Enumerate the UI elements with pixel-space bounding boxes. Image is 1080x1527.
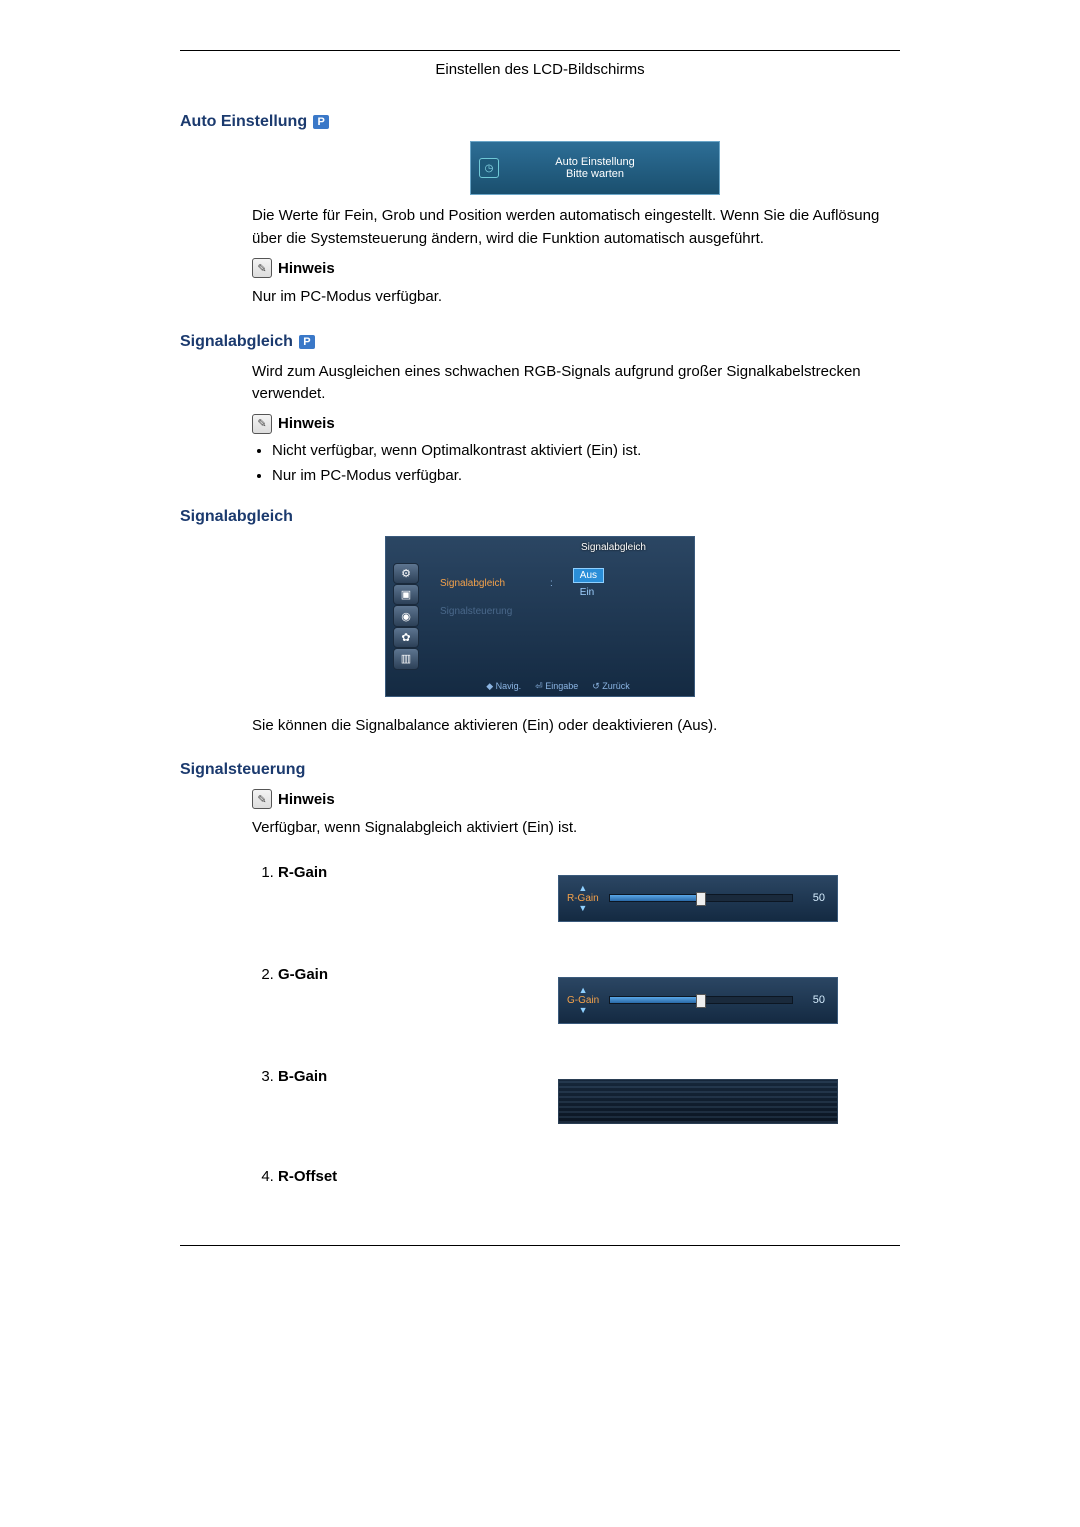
b-gain-preview-image — [558, 1079, 838, 1124]
list-item-r-offset: R-Offset — [278, 1168, 900, 1185]
wait-dialog-line1: Auto Einstellung — [481, 156, 709, 168]
hinweis-label: Hinweis — [278, 415, 335, 432]
item-label: G-Gain — [278, 966, 328, 983]
osd-footer-navig: ◆ Navig. — [486, 681, 521, 692]
section-title-signalsteuerung: Signalsteuerung — [180, 761, 900, 779]
osd-option-ein: Ein — [573, 585, 604, 600]
section-title-signalabgleich-desc: Signalabgleich P — [180, 333, 900, 351]
slider-fill — [610, 895, 701, 901]
document-page: Einstellen des LCD-Bildschirms Auto Eins… — [140, 0, 940, 1316]
osd-setup-icon: ✿ — [393, 627, 419, 648]
hinweis-label: Hinweis — [278, 260, 335, 277]
slider-thumb — [696, 994, 706, 1008]
signalabgleich-osd-body: Sie können die Signalbalance aktivieren … — [252, 715, 900, 738]
osd-picture-icon: ▣ — [393, 584, 419, 605]
osd-input-icon: ⚙ — [393, 563, 419, 584]
osd-multi-icon: ▥ — [393, 648, 419, 669]
signalsteuerung-body: Verfügbar, wenn Signalabgleich aktiviert… — [252, 817, 900, 840]
slider-r-gain: ▲ R-Gain ▼ 50 — [558, 875, 838, 922]
hinweis-label: Hinweis — [278, 791, 335, 808]
signalabgleich-bullets: Nicht verfügbar, wenn Optimalkontrast ak… — [252, 442, 900, 484]
item-label: B-Gain — [278, 1068, 327, 1085]
slider-value: 50 — [803, 892, 825, 904]
divider-bottom — [180, 1245, 900, 1246]
auto-adjust-wait-dialog: ◷ Auto Einstellung Bitte warten — [470, 141, 720, 195]
section-title-text: Auto Einstellung — [180, 113, 307, 131]
list-item-b-gain: B-Gain — [278, 1068, 900, 1124]
osd-footer-eingabe: ⏎ Eingabe — [535, 681, 578, 692]
slider-fill — [610, 997, 701, 1003]
osd-footer: ◆ Navig. ⏎ Eingabe ↺ Zurück — [430, 681, 686, 692]
osd-footer-zurueck: ↺ Zurück — [592, 681, 630, 692]
section-title-text: Signalabgleich — [180, 333, 293, 351]
bullet-item: Nur im PC-Modus verfügbar. — [272, 467, 900, 484]
auto-einstellung-note: Nur im PC-Modus verfügbar. — [252, 286, 900, 309]
slider-track — [609, 996, 793, 1004]
hinweis-row: ✎ Hinweis — [252, 258, 900, 278]
arrow-down-icon: ▼ — [579, 1006, 588, 1015]
arrow-up-icon: ▲ — [579, 986, 588, 995]
slider-thumb — [696, 892, 706, 906]
slider-g-gain: ▲ G-Gain ▼ 50 — [558, 977, 838, 1024]
section-title-auto-einstellung: Auto Einstellung P — [180, 113, 900, 131]
arrow-up-icon: ▲ — [578, 884, 587, 893]
signalsteuerung-list: R-Gain ▲ R-Gain ▼ 50 — [252, 864, 900, 1185]
list-item-r-gain: R-Gain ▲ R-Gain ▼ 50 — [278, 864, 900, 922]
hinweis-row: ✎ Hinweis — [252, 789, 900, 809]
osd-row-signalsteuerung: Signalsteuerung — [440, 606, 530, 617]
osd-sidebar: ⚙ ▣ ◉ ✿ ▥ — [386, 559, 426, 674]
osd-sound-icon: ◉ — [393, 605, 419, 626]
hinweis-row: ✎ Hinweis — [252, 414, 900, 434]
loading-icon: ◷ — [479, 158, 499, 178]
osd-signalabgleich-panel: Signalabgleich ⚙ ▣ ◉ ✿ ▥ Signalabgleich … — [385, 536, 695, 697]
note-icon: ✎ — [252, 414, 272, 434]
pc-mode-badge-icon: P — [299, 335, 315, 349]
item-label: R-Offset — [278, 1168, 337, 1185]
pc-mode-badge-icon: P — [313, 115, 329, 129]
note-icon: ✎ — [252, 258, 272, 278]
osd-panel-title: Signalabgleich — [386, 537, 694, 556]
section-title-text: Signalabgleich — [180, 508, 293, 526]
slider-name: R-Gain — [567, 893, 599, 904]
arrow-down-icon: ▼ — [578, 904, 587, 913]
item-label: R-Gain — [278, 864, 327, 881]
wait-dialog-line2: Bitte warten — [481, 168, 709, 180]
divider-top — [180, 50, 900, 51]
osd-row-signalabgleich: Signalabgleich — [440, 578, 530, 589]
page-header-title: Einstellen des LCD-Bildschirms — [180, 61, 900, 78]
list-item-g-gain: G-Gain ▲ G-Gain ▼ 50 — [278, 966, 900, 1024]
bullet-item: Nicht verfügbar, wenn Optimalkontrast ak… — [272, 442, 900, 459]
section-title-signalabgleich-osd: Signalabgleich — [180, 508, 900, 526]
section-title-text: Signalsteuerung — [180, 761, 305, 779]
slider-name: G-Gain — [567, 995, 599, 1006]
signalabgleich-body: Wird zum Ausgleichen eines schwachen RGB… — [252, 361, 900, 406]
osd-option-aus: Aus — [573, 568, 604, 583]
slider-value: 50 — [803, 994, 825, 1006]
note-icon: ✎ — [252, 789, 272, 809]
slider-track — [609, 894, 793, 902]
auto-einstellung-body: Die Werte für Fein, Grob und Position we… — [252, 205, 900, 250]
osd-body: Signalabgleich : Aus Ein Signalsteuerung — [430, 556, 694, 696]
